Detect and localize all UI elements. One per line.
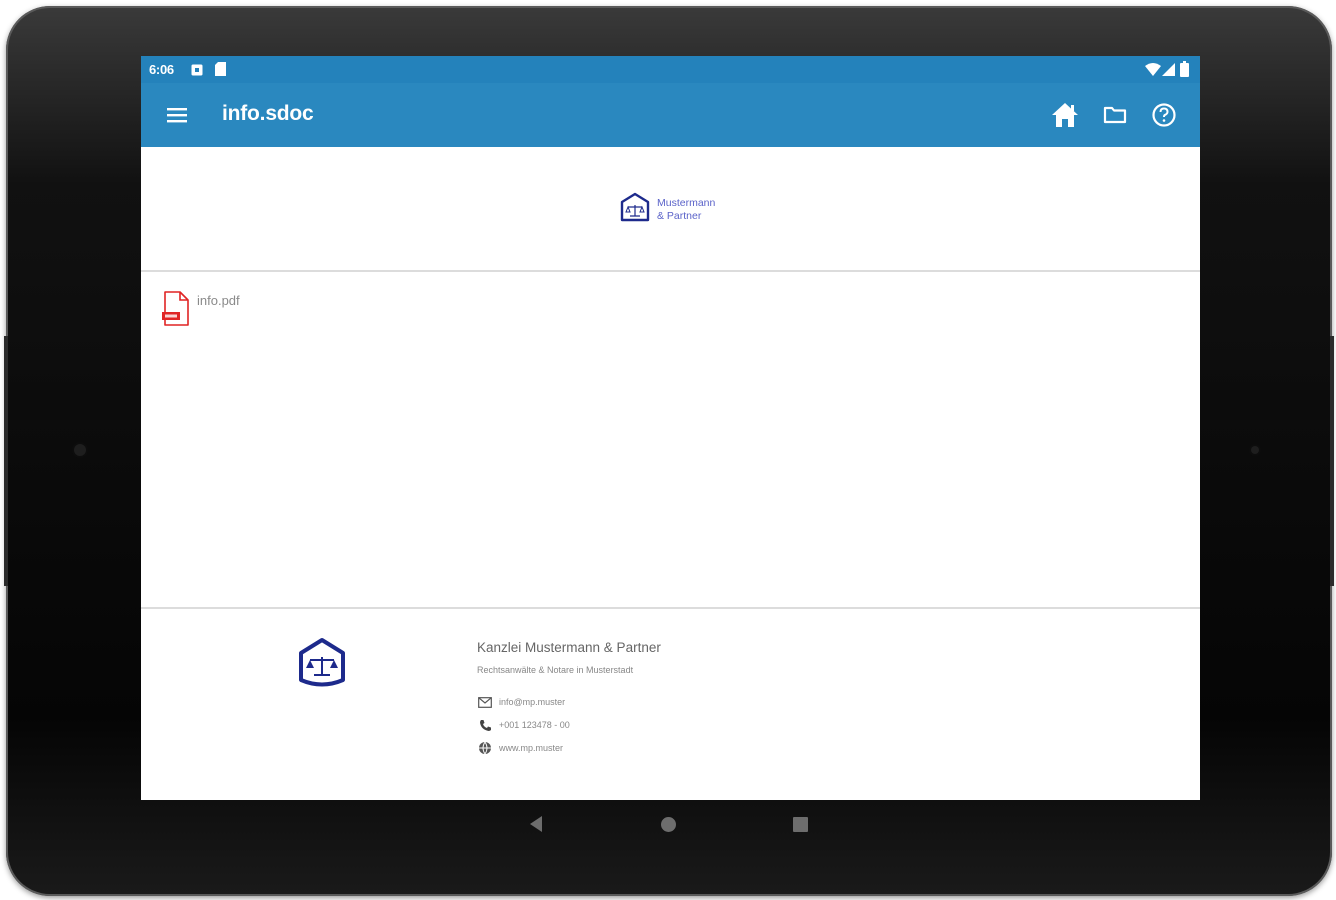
- contact-footer: Kanzlei Mustermann & Partner Rechtsanwäl…: [141, 611, 1200, 800]
- side-edge-left: [4, 336, 8, 586]
- company-subtitle: Rechtsanwälte & Notare in Musterstadt: [477, 665, 634, 675]
- contact-email: info@mp.muster: [499, 697, 566, 707]
- phone-icon: [477, 718, 493, 732]
- contact-phone-row[interactable]: +001 123478 - 00: [477, 718, 570, 732]
- status-time: 6:06: [149, 62, 174, 77]
- header-logo-area: Mustermann & Partner: [141, 147, 1200, 270]
- signal-icon: [1162, 63, 1175, 81]
- sd-card-icon: [215, 62, 226, 81]
- divider-bottom: [141, 607, 1200, 609]
- wifi-icon: [1145, 63, 1161, 81]
- app-title: info.sdoc: [222, 102, 314, 125]
- contact-email-row[interactable]: info@mp.muster: [477, 695, 565, 709]
- help-icon[interactable]: [1146, 97, 1182, 133]
- header-logo: Mustermann & Partner: [619, 191, 715, 228]
- house-scales-logo-icon: [619, 191, 651, 228]
- app-screen: 6:06 info.sdoc Mustermann & Partner info…: [141, 56, 1200, 800]
- contact-phone: +001 123478 - 00: [499, 720, 570, 730]
- home-icon[interactable]: [1047, 97, 1083, 133]
- file-item-info-pdf[interactable]: info.pdf: [161, 291, 240, 332]
- header-logo-line2: & Partner: [657, 209, 702, 222]
- header-logo-line1: Mustermann: [657, 196, 716, 209]
- globe-icon: [477, 741, 493, 755]
- app-bar: info.sdoc: [141, 83, 1200, 147]
- menu-icon[interactable]: [159, 97, 195, 133]
- side-edge-right: [1330, 336, 1334, 586]
- contact-website-row[interactable]: www.mp.muster: [477, 741, 563, 755]
- status-bar: 6:06: [141, 56, 1200, 83]
- contact-website: www.mp.muster: [499, 743, 564, 753]
- battery-icon: [1180, 61, 1189, 82]
- front-camera: [74, 444, 86, 456]
- divider-top: [141, 270, 1200, 272]
- pdf-file-icon: [161, 291, 191, 332]
- folder-icon[interactable]: [1097, 97, 1133, 133]
- back-icon[interactable]: [527, 815, 545, 838]
- notification-square-icon: [191, 63, 203, 81]
- recents-icon[interactable]: [793, 817, 808, 837]
- mail-icon: [477, 695, 493, 709]
- sensor: [1251, 446, 1259, 454]
- home-circle-icon[interactable]: [660, 816, 677, 838]
- file-name: info.pdf: [197, 293, 240, 308]
- company-name: Kanzlei Mustermann & Partner: [477, 640, 661, 655]
- law-firm-logo-icon: [297, 637, 347, 692]
